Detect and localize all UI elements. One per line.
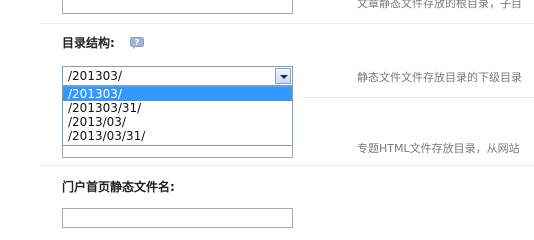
- topic-dir-hint: 专题HTML文件存放目录，从网站: [357, 142, 520, 155]
- portal-static-filename-input[interactable]: [62, 208, 293, 228]
- dropdown-option[interactable]: /201303/31/: [63, 101, 292, 115]
- dropdown-option[interactable]: /201303/: [63, 87, 292, 101]
- article-root-dir-hint: 文章静态文件存放的根目录，子目: [357, 0, 522, 10]
- dir-structure-select-value: /201303/: [68, 69, 122, 83]
- article-root-dir-input[interactable]: [62, 0, 293, 14]
- dir-structure-select[interactable]: /201303/: [62, 66, 293, 86]
- dir-structure-hint: 静态文件文件存放目录的下级目录: [357, 71, 522, 84]
- dropdown-option[interactable]: /2013/03/31/: [63, 129, 292, 143]
- svg-text:?: ?: [135, 38, 140, 47]
- dropdown-option[interactable]: /2013/03/: [63, 115, 292, 129]
- row-divider: [300, 97, 534, 98]
- portal-static-filename-label: 门户首页静态文件名:: [62, 180, 175, 194]
- dir-structure-label: 目录结构:: [62, 36, 115, 50]
- row-divider: [40, 23, 534, 24]
- row-divider: [40, 165, 534, 166]
- chevron-down-icon[interactable]: [275, 68, 291, 84]
- help-bubble-icon[interactable]: ?: [130, 35, 144, 50]
- dir-structure-dropdown-list[interactable]: /201303/ /201303/31/ /2013/03/ /2013/03/…: [62, 86, 293, 146]
